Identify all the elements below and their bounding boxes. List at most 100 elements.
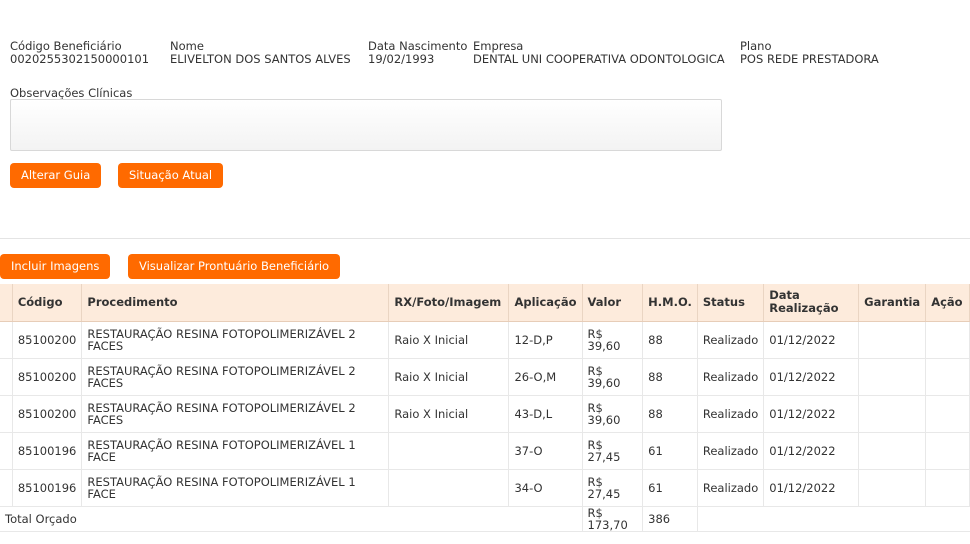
- header-rx: RX/Foto/Imagem: [388, 284, 510, 322]
- table-row: 85100200 RESTAURAÇÃO RESINA FOTOPOLIMERI…: [0, 395, 970, 433]
- cell-procedimento: RESTAURAÇÃO RESINA FOTOPOLIMERIZÁVEL 2 F…: [81, 395, 390, 433]
- table-row: 85100196 RESTAURAÇÃO RESINA FOTOPOLIMERI…: [0, 469, 970, 507]
- cell-rx: Raio X Inicial: [388, 358, 510, 396]
- header-procedimento: Procedimento: [81, 284, 390, 322]
- nome-field: Nome ELIVELTON DOS SANTOS ALVES: [170, 40, 351, 66]
- cell-hmo: 88: [642, 321, 698, 359]
- row-spacer: [0, 432, 13, 470]
- cell-valor: R$ 39,60: [582, 395, 644, 433]
- plano-value: POS REDE PRESTADORA: [740, 52, 879, 66]
- header-garantia: Garantia: [858, 284, 927, 322]
- cell-rx: Raio X Inicial: [388, 395, 510, 433]
- table-row: 85100200 RESTAURAÇÃO RESINA FOTOPOLIMERI…: [0, 321, 970, 359]
- procedimentos-table: Código Procedimento RX/Foto/Imagem Aplic…: [0, 284, 970, 532]
- table-row: 85100196 RESTAURAÇÃO RESINA FOTOPOLIMERI…: [0, 432, 970, 470]
- cell-aplicacao: 26-O,M: [508, 358, 583, 396]
- cell-acao[interactable]: [925, 321, 970, 359]
- cell-valor: R$ 39,60: [582, 321, 644, 359]
- cell-codigo: 85100200: [12, 321, 83, 359]
- codigo-beneficiario-field: Código Beneficiário 0020255302150000101: [10, 40, 149, 66]
- cell-data-realizacao: 01/12/2022: [763, 469, 860, 507]
- header-acao: Ação: [925, 284, 970, 322]
- total-hmo: 386: [642, 506, 698, 532]
- cell-procedimento: RESTAURAÇÃO RESINA FOTOPOLIMERIZÁVEL 1 F…: [81, 469, 390, 507]
- cell-status: Realizado: [697, 432, 765, 470]
- row-spacer: [0, 395, 13, 433]
- cell-hmo: 88: [642, 358, 698, 396]
- cell-hmo: 61: [642, 469, 698, 507]
- cell-aplicacao: 43-D,L: [508, 395, 583, 433]
- total-label: Total Orçado: [0, 506, 583, 532]
- data-nascimento-value: 19/02/1993: [368, 52, 435, 66]
- empresa-field: Empresa DENTAL UNI COOPERATIVA ODONTOLOG…: [473, 40, 725, 66]
- cell-data-realizacao: 01/12/2022: [763, 358, 860, 396]
- cell-valor: R$ 27,45: [582, 432, 644, 470]
- codigo-beneficiario-value: 0020255302150000101: [10, 52, 150, 66]
- cell-acao[interactable]: [925, 432, 970, 470]
- cell-acao[interactable]: [925, 358, 970, 396]
- procedimento-text: RESTAURAÇÃO RESINA FOTOPOLIMERIZÁVEL 1 F…: [87, 437, 356, 464]
- cell-valor: R$ 39,60: [582, 358, 644, 396]
- procedimento-text: RESTAURAÇÃO RESINA FOTOPOLIMERIZÁVEL 1 F…: [87, 474, 356, 501]
- nome-value: ELIVELTON DOS SANTOS ALVES: [170, 52, 351, 66]
- header-valor: Valor: [582, 284, 644, 322]
- row-spacer: [0, 321, 13, 359]
- procedimento-text: RESTAURAÇÃO RESINA FOTOPOLIMERIZÁVEL 2 F…: [87, 363, 356, 390]
- cell-status: Realizado: [697, 469, 765, 507]
- procedimento-text: RESTAURAÇÃO RESINA FOTOPOLIMERIZÁVEL 2 F…: [87, 326, 356, 353]
- header-data-realizacao: Data Realização: [763, 284, 860, 322]
- header-codigo: Código: [12, 284, 83, 322]
- header-hmo: H.M.O.: [642, 284, 698, 322]
- cell-aplicacao: 34-O: [508, 469, 583, 507]
- header-aplicacao: Aplicação: [508, 284, 583, 322]
- cell-hmo: 88: [642, 395, 698, 433]
- table-header-row: Código Procedimento RX/Foto/Imagem Aplic…: [0, 284, 970, 322]
- cell-aplicacao: 12-D,P: [508, 321, 583, 359]
- total-row: Total Orçado R$ 173,70 386: [0, 506, 970, 532]
- cell-garantia: [858, 469, 927, 507]
- plano-field: Plano POS REDE PRESTADORA: [740, 40, 879, 66]
- observacoes-label: Observações Clínicas: [10, 86, 133, 100]
- cell-codigo: 85100200: [12, 395, 83, 433]
- cell-data-realizacao: 01/12/2022: [763, 321, 860, 359]
- cell-status: Realizado: [697, 395, 765, 433]
- cell-acao[interactable]: [925, 395, 970, 433]
- cell-codigo: 85100200: [12, 358, 83, 396]
- cell-codigo: 85100196: [12, 469, 83, 507]
- cell-procedimento: RESTAURAÇÃO RESINA FOTOPOLIMERIZÁVEL 2 F…: [81, 321, 390, 359]
- visualizar-prontuario-button[interactable]: Visualizar Prontuário Beneficiário: [128, 254, 341, 279]
- alterar-guia-button[interactable]: Alterar Guia: [10, 163, 102, 188]
- cell-status: Realizado: [697, 321, 765, 359]
- empresa-value: DENTAL UNI COOPERATIVA ODONTOLOGICA: [473, 52, 725, 66]
- total-empty: [697, 506, 970, 532]
- cell-garantia: [858, 432, 927, 470]
- data-nascimento-field: Data Nascimento 19/02/1993: [368, 40, 467, 66]
- cell-procedimento: RESTAURAÇÃO RESINA FOTOPOLIMERIZÁVEL 1 F…: [81, 432, 390, 470]
- cell-procedimento: RESTAURAÇÃO RESINA FOTOPOLIMERIZÁVEL 2 F…: [81, 358, 390, 396]
- cell-data-realizacao: 01/12/2022: [763, 432, 860, 470]
- cell-garantia: [858, 395, 927, 433]
- cell-rx: [388, 469, 510, 507]
- cell-garantia: [858, 321, 927, 359]
- row-spacer: [0, 469, 13, 507]
- header-status: Status: [697, 284, 765, 322]
- cell-data-realizacao: 01/12/2022: [763, 395, 860, 433]
- cell-rx: Raio X Inicial: [388, 321, 510, 359]
- guia-info-card: Código Beneficiário 0020255302150000101 …: [0, 0, 970, 239]
- observacoes-textarea[interactable]: [10, 99, 722, 151]
- header-spacer: [0, 284, 13, 322]
- procedimento-text: RESTAURAÇÃO RESINA FOTOPOLIMERIZÁVEL 2 F…: [87, 400, 356, 427]
- cell-status: Realizado: [697, 358, 765, 396]
- table-row: 85100200 RESTAURAÇÃO RESINA FOTOPOLIMERI…: [0, 358, 970, 396]
- cell-aplicacao: 37-O: [508, 432, 583, 470]
- cell-acao[interactable]: [925, 469, 970, 507]
- total-valor: R$ 173,70: [582, 506, 644, 532]
- cell-valor: R$ 27,45: [582, 469, 644, 507]
- cell-codigo: 85100196: [12, 432, 83, 470]
- row-spacer: [0, 358, 13, 396]
- cell-hmo: 61: [642, 432, 698, 470]
- incluir-imagens-button[interactable]: Incluir Imagens: [0, 254, 111, 279]
- cell-rx: [388, 432, 510, 470]
- cell-garantia: [858, 358, 927, 396]
- situacao-atual-button[interactable]: Situação Atual: [118, 163, 224, 188]
